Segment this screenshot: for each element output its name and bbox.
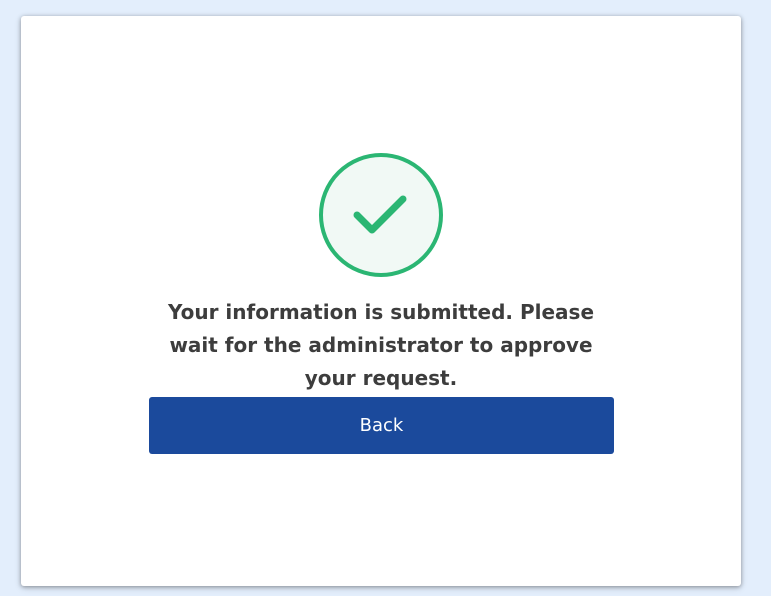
back-button[interactable]: Back xyxy=(149,397,614,454)
checkmark-circle-icon xyxy=(319,153,443,277)
confirmation-message: Your information is submitted. Please wa… xyxy=(167,300,595,390)
confirmation-card: Your information is submitted. Please wa… xyxy=(21,16,741,586)
